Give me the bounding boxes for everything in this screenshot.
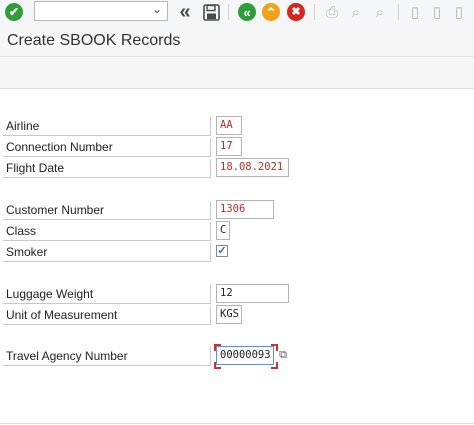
airline-field[interactable]: AA [216,116,242,135]
exit-icon: ⌃ [262,3,280,21]
previous-page-icon[interactable]: ▯ [428,2,446,22]
system-toolbar: ✔ ⌄ « « ⌃ ✖ ⎙ ⌕ ⌕ ▯ ▯ ▯ [0,0,474,25]
connection-number-label: Connection Number [3,138,211,157]
page-title: Create SBOOK Records [7,32,181,49]
save-icon [202,3,220,21]
airline-label: Airline [3,117,211,136]
class-label: Class [3,222,211,241]
travel-agency-number-field[interactable]: 00000093 [216,346,274,365]
unit-of-measurement-label: Unit of Measurement [3,306,211,325]
next-page-icon[interactable]: ▯ [450,2,468,22]
cancel-button[interactable]: ✖ [287,2,305,22]
focus-corner-top-left [214,344,221,351]
bottom-divider [0,423,474,424]
luggage-weight-field[interactable]: 12 [216,284,289,303]
back-chevron-icon[interactable]: « [175,1,195,23]
exit-button[interactable]: ⌃ [262,2,280,22]
customer-number-field[interactable]: 1306 [216,200,274,219]
application-toolbar [0,57,474,89]
command-field[interactable] [34,1,168,21]
travel-agency-number-label: Travel Agency Number [3,347,211,366]
enter-icon: ✔ [5,3,23,21]
value-help-icon[interactable]: ⧉ [276,348,290,362]
flight-date-field[interactable]: 18.08.2021 [216,158,289,177]
focus-corner-bottom-right [271,362,278,369]
smoker-checkbox[interactable]: ✓ [216,245,228,257]
title-bar: Create SBOOK Records [0,24,474,57]
back-button[interactable]: « [238,2,256,22]
cancel-icon: ✖ [287,3,305,21]
find-next-icon[interactable]: ⌕ [370,2,390,22]
smoker-label: Smoker [3,243,211,262]
dropdown-chevron-icon[interactable]: ⌄ [152,2,162,16]
first-page-icon[interactable]: ▯ [406,2,424,22]
luggage-weight-label: Luggage Weight [3,285,211,304]
focus-corner-bottom-left [214,362,221,369]
back-icon: « [238,3,256,21]
class-field[interactable]: C [216,221,230,240]
unit-of-measurement-field[interactable]: KGS [216,305,242,324]
connection-number-field[interactable]: 17 [216,137,242,156]
save-button[interactable] [201,2,221,22]
print-icon[interactable]: ⎙ [322,2,342,22]
enter-button[interactable]: ✔ [5,2,23,22]
customer-number-label: Customer Number [3,201,211,220]
find-icon[interactable]: ⌕ [346,2,366,22]
flight-date-label: Flight Date [3,159,211,178]
